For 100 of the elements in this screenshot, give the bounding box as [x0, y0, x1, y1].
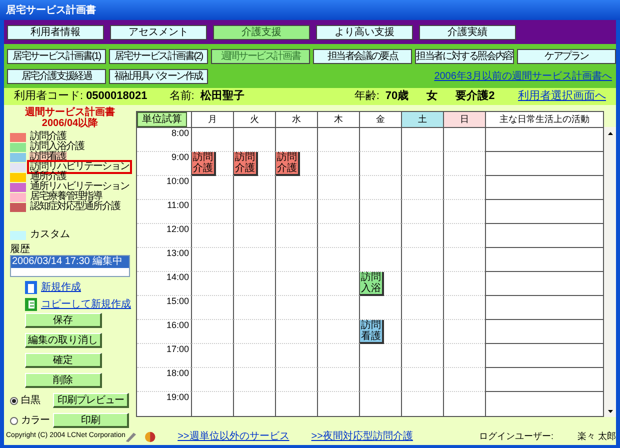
- schedule-cell[interactable]: 訪問介護: [275, 152, 317, 176]
- schedule-event[interactable]: 訪問入浴: [360, 272, 384, 296]
- legend-item[interactable]: 通所リハビリテーション: [29, 182, 130, 192]
- time-label: 17:00: [166, 344, 189, 356]
- legend-item[interactable]: 訪問介護: [29, 132, 67, 142]
- time-label: 15:00: [166, 296, 189, 308]
- schedule-cell[interactable]: 訪問介護: [233, 152, 275, 176]
- day-header: 火: [233, 112, 275, 128]
- legend-item[interactable]: 通所介護: [29, 172, 67, 182]
- sub-tab[interactable]: 福祉用具パターン作成: [109, 68, 208, 84]
- legend-label: カスタム: [30, 230, 70, 240]
- schedule-event[interactable]: 訪問介護: [192, 152, 216, 176]
- nav-tab[interactable]: 介護支援: [213, 24, 310, 40]
- activity-cell[interactable]: [485, 248, 603, 272]
- radio-label: カラー: [21, 416, 50, 426]
- time-label: 16:00: [166, 320, 189, 332]
- nav-tab[interactable]: アセスメント: [110, 24, 207, 40]
- history-list[interactable]: 2006/03/14 17:30 編集中: [10, 255, 130, 277]
- user-code: 0500018021: [86, 89, 148, 104]
- schedule-event[interactable]: 訪問介護: [276, 152, 300, 176]
- activity-cell[interactable]: [485, 296, 603, 320]
- sub-tab[interactable]: 居宅介護支援経過: [7, 68, 106, 84]
- activity-cell[interactable]: [485, 176, 603, 200]
- sub-tab[interactable]: 担当者会議の要点: [313, 48, 412, 64]
- day-header: 木: [317, 112, 359, 128]
- copy-plan-link[interactable]: コピーして新規作成: [41, 297, 131, 312]
- radio-button[interactable]: [10, 396, 18, 404]
- time-label: 14:00: [166, 272, 189, 284]
- document-icon: [25, 281, 37, 294]
- activity-cell[interactable]: [485, 368, 603, 392]
- footer-link[interactable]: >>週単位以外のサービス: [178, 429, 290, 444]
- radio-button[interactable]: [10, 416, 18, 424]
- action-button[interactable]: 編集の取り消し: [25, 333, 102, 348]
- activity-cell[interactable]: [485, 152, 603, 176]
- calc-button[interactable]: 単位試算: [137, 112, 187, 127]
- time-label: 9:00: [171, 152, 189, 164]
- time-label: 8:00: [171, 128, 189, 140]
- time-label: 11:00: [167, 200, 189, 212]
- schedule-cell[interactable]: 訪問介護: [191, 152, 233, 176]
- window-title: 居宅サービス計画書: [6, 3, 96, 18]
- age-label: 年齢:: [354, 89, 380, 104]
- user-sex: 女: [426, 89, 438, 104]
- activity-cell[interactable]: [485, 224, 603, 248]
- nav-tab[interactable]: より高い支援: [316, 24, 413, 40]
- schedule-event[interactable]: 訪問看護: [360, 320, 384, 344]
- legend-item[interactable]: 居宅療養管理指導: [29, 192, 103, 202]
- sidebar-subtitle: 2006/04以降: [40, 118, 100, 129]
- sub-tab[interactable]: 居宅サービス計画書(1): [7, 48, 106, 64]
- activity-cell[interactable]: [485, 272, 603, 296]
- nav-tab[interactable]: 介護実績: [419, 24, 516, 40]
- time-label: 19:00: [166, 392, 189, 404]
- print-button[interactable]: 印刷: [53, 413, 129, 428]
- column-header: 主な日常生活上の活動: [485, 112, 603, 128]
- new-plan-link[interactable]: 新規作成: [41, 280, 81, 295]
- scrollbar[interactable]: [604, 127, 616, 417]
- history-label: 履歴: [9, 244, 31, 255]
- activity-cell[interactable]: [485, 200, 603, 224]
- time-label: 10:00: [166, 176, 189, 188]
- legend-item[interactable]: 認知症対応型通所介護: [29, 202, 121, 212]
- login-user: 楽々 太郎: [577, 430, 616, 443]
- activity-cell[interactable]: [485, 344, 603, 368]
- day-header: 水: [275, 112, 317, 128]
- footer-link[interactable]: >>夜間対応型訪問介護: [311, 429, 413, 444]
- user-select-link[interactable]: 利用者選択画面へ: [518, 88, 606, 105]
- copy-icon: [25, 298, 37, 311]
- time-label: 12:00: [166, 224, 189, 236]
- name-label: 名前:: [169, 89, 194, 104]
- time-label: 13:00: [166, 248, 189, 260]
- sub-tab[interactable]: 担当者に対する照会内容: [415, 48, 514, 64]
- schedule-cell[interactable]: 訪問看護: [359, 320, 401, 344]
- day-header: 日: [443, 112, 485, 128]
- day-header: 金: [359, 112, 401, 128]
- time-label: 18:00: [166, 368, 189, 380]
- schedule-event[interactable]: 訪問介護: [234, 152, 258, 176]
- action-button[interactable]: 確定: [25, 353, 102, 368]
- care-level: 要介護2: [456, 88, 495, 104]
- user-name: 松田聖子: [200, 88, 244, 104]
- old-plan-link[interactable]: 2006年3月以前の週間サービス計画書へ: [434, 68, 612, 84]
- activity-cell[interactable]: [485, 320, 603, 344]
- sub-tab[interactable]: 居宅サービス計画書(2): [109, 48, 208, 64]
- scroll-down-icon[interactable]: [608, 410, 612, 412]
- sub-tab[interactable]: 週間サービス計画書: [211, 48, 310, 64]
- action-button[interactable]: 保存: [25, 313, 102, 328]
- login-label: ログインユーザー:: [478, 430, 554, 443]
- pen-icon[interactable]: [125, 430, 138, 442]
- code-label: 利用者コード:: [14, 89, 84, 104]
- ball-icon[interactable]: [145, 430, 156, 442]
- activity-cell[interactable]: [485, 128, 603, 152]
- history-item[interactable]: 2006/03/14 17:30 編集中: [11, 256, 129, 268]
- nav-tab[interactable]: 利用者情報: [7, 24, 104, 40]
- print-button[interactable]: 印刷プレビュー: [53, 393, 129, 408]
- day-header: 月: [191, 112, 233, 128]
- scroll-up-icon[interactable]: [608, 132, 612, 134]
- user-age: 70歳: [385, 88, 409, 104]
- legend-item[interactable]: 訪問入浴介護: [29, 142, 85, 152]
- day-header: 土: [401, 112, 443, 128]
- action-button[interactable]: 削除: [25, 373, 102, 388]
- sub-tab[interactable]: ケアプラン: [517, 48, 616, 64]
- radio-label: 白黒: [21, 396, 42, 406]
- schedule-cell[interactable]: 訪問入浴: [359, 272, 401, 296]
